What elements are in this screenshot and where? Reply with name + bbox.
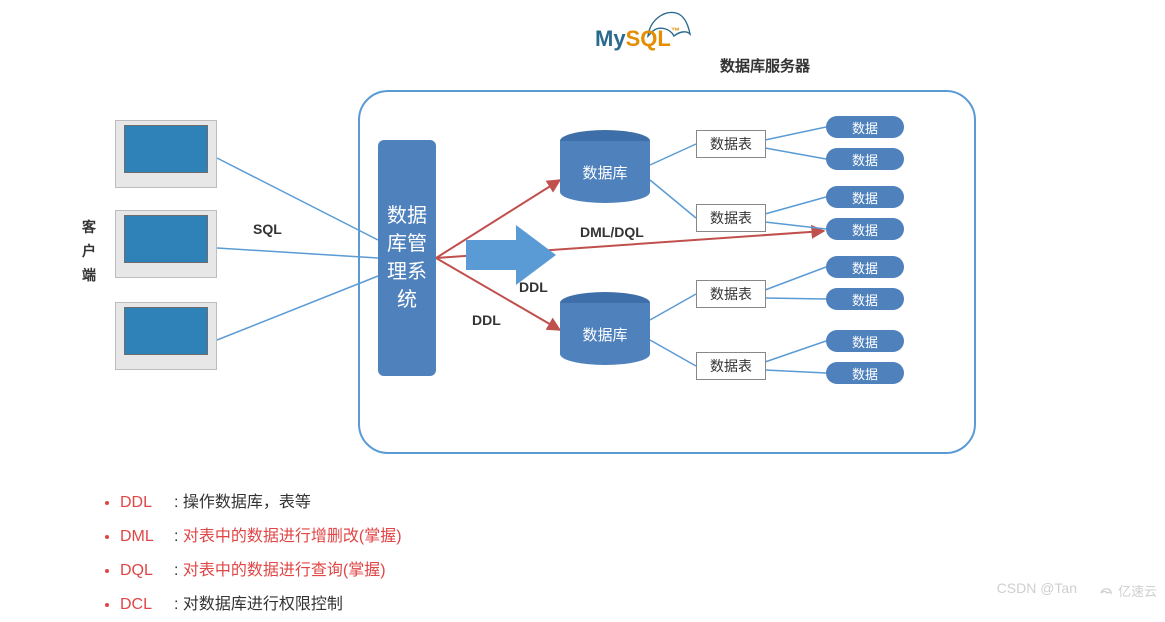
data-pill: 数据: [826, 330, 904, 352]
client-pc-base: [115, 175, 217, 188]
dbms-box: 数据库管理系统: [378, 140, 436, 376]
watermark-csdn: CSDN @Tan: [997, 580, 1077, 596]
legend-abbr: DQL: [120, 554, 174, 588]
table-box: 数据表: [696, 352, 766, 380]
watermark-yisu-text: 亿速云: [1118, 584, 1157, 599]
client-pc-base: [115, 265, 217, 278]
table-box: 数据表: [696, 280, 766, 308]
big-arrow-icon: [466, 225, 556, 285]
mysql-logo-sql: SQL: [626, 26, 671, 51]
legend-item: DDL: 操作数据库，表等: [120, 486, 800, 520]
data-pill: 数据: [826, 116, 904, 138]
legend-desc: 操作数据库，表等: [183, 494, 311, 511]
data-pill: 数据: [826, 256, 904, 278]
legend-item: DML: 对表中的数据进行增删改(掌握): [120, 520, 800, 554]
watermark-yisu: 亿速云: [1098, 581, 1157, 600]
legend-abbr: DCL: [120, 588, 174, 622]
database-cylinder: 数据库: [560, 130, 650, 203]
mysql-logo: MySQL™: [595, 26, 695, 52]
client-pc-icon: [115, 210, 217, 267]
database-label: 数据库: [582, 324, 627, 345]
data-pill: 数据: [826, 148, 904, 170]
legend-desc: 对表中的数据进行查询(掌握): [183, 562, 386, 579]
data-pill: 数据: [826, 362, 904, 384]
legend-item: DCL: 对数据库进行权限控制: [120, 588, 800, 622]
legend-desc: 对表中的数据进行增删改(掌握): [183, 528, 402, 545]
mysql-logo-my: My: [595, 26, 626, 51]
legend-list: DDL: 操作数据库，表等 DML: 对表中的数据进行增删改(掌握) DQL: …: [60, 486, 800, 622]
table-box: 数据表: [696, 204, 766, 232]
client-pc-base: [115, 357, 217, 370]
label-ddl: DDL: [519, 279, 548, 295]
client-pc-icon: [115, 302, 217, 359]
legend-abbr: DML: [120, 520, 174, 554]
data-pill: 数据: [826, 288, 904, 310]
database-cylinder: 数据库: [560, 292, 650, 365]
mysql-logo-tm: ™: [671, 26, 680, 36]
label-sql: SQL: [253, 221, 282, 237]
client-label: 客户端: [82, 215, 98, 287]
legend-desc: 对数据库进行权限控制: [183, 596, 343, 613]
label-dml-dql: DML/DQL: [580, 224, 644, 240]
database-label: 数据库: [582, 162, 627, 183]
data-pill: 数据: [826, 218, 904, 240]
client-pc-icon: [115, 120, 217, 177]
legend-item: DQL: 对表中的数据进行查询(掌握): [120, 554, 800, 588]
table-box: 数据表: [696, 130, 766, 158]
data-pill: 数据: [826, 186, 904, 208]
server-title: 数据库服务器: [720, 55, 810, 76]
label-ddl: DDL: [472, 312, 501, 328]
legend-abbr: DDL: [120, 486, 174, 520]
